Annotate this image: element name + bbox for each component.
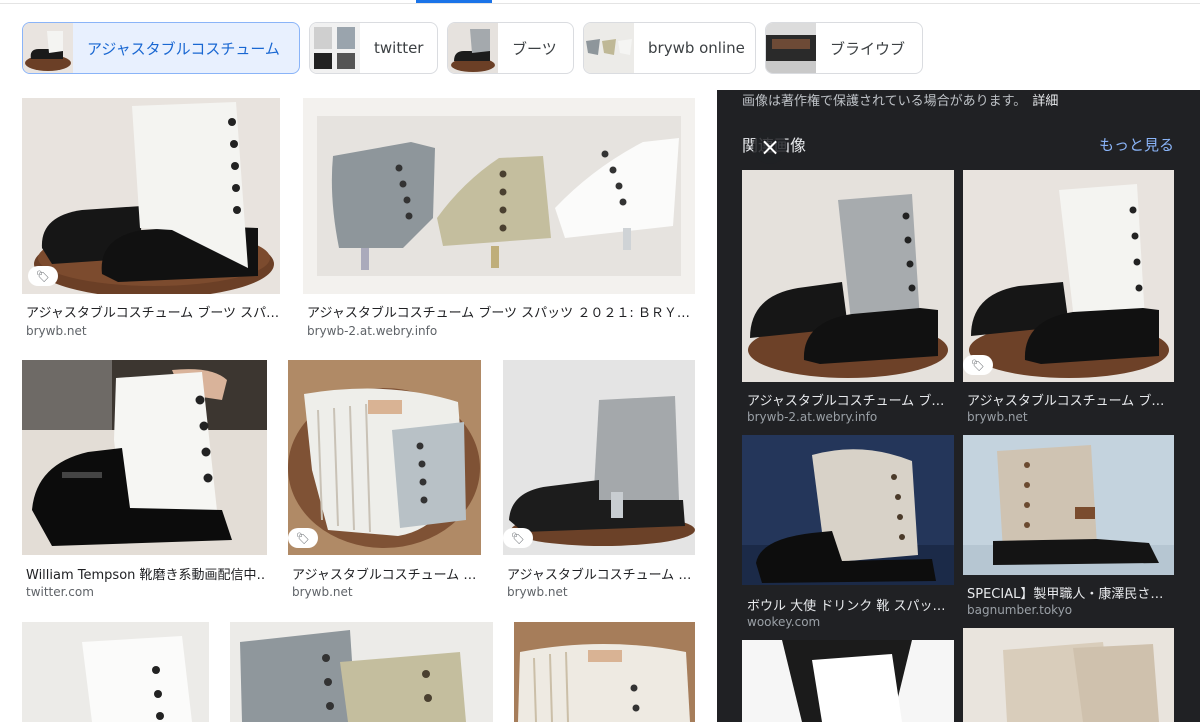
shopping-tag-icon: 🏷 <box>28 266 58 286</box>
chip-thumbnail <box>448 23 498 73</box>
shopping-tag-icon: 🏷 <box>963 355 993 375</box>
result-source: brywb.net <box>26 324 87 338</box>
details-link[interactable]: 詳細 <box>1032 94 1058 109</box>
chip-label: アジャスタブルコスチューム <box>87 39 280 58</box>
related-image-4[interactable] <box>963 435 1174 575</box>
related-caption[interactable]: ボウル 大使 ドリンク 靴 スパッ… <box>747 595 952 614</box>
result-image-3[interactable] <box>22 360 267 555</box>
result-source: brywb.net <box>292 585 353 599</box>
related-source: bagnumber.tokyo <box>967 603 1073 617</box>
result-source: brywb-2.at.webry.info <box>307 324 438 338</box>
chip-label: brywb online <box>648 39 745 57</box>
result-image-4[interactable]: 🏷 <box>288 360 481 555</box>
result-image-8[interactable] <box>514 622 695 722</box>
related-image-5[interactable] <box>742 640 954 722</box>
related-caption[interactable]: アジャスタブルコスチューム ブ… <box>967 390 1172 409</box>
see-more-link[interactable]: もっと見る <box>1099 134 1174 155</box>
chip-thumbnail <box>584 23 634 73</box>
related-image-3[interactable] <box>742 435 954 585</box>
image-side-panel: 画像は著作権で保護されている場合があります。詳細 関連画像 × もっと見る アジ… <box>717 90 1200 722</box>
related-caption[interactable]: SPECIAL】製甲職人・康澤民さ… <box>967 583 1172 602</box>
related-image-6[interactable] <box>963 628 1174 722</box>
result-caption[interactable]: アジャスタブルコスチューム ブーツ スパッツ ２０２１: ＢＲＹ… <box>307 302 691 321</box>
related-source: wookey.com <box>747 615 821 629</box>
chip-thumbnail <box>766 23 816 73</box>
related-image-2[interactable]: 🏷 <box>963 170 1174 382</box>
top-tab-bar <box>0 0 1200 4</box>
result-source: brywb.net <box>507 585 568 599</box>
close-icon[interactable]: × <box>753 130 787 164</box>
shopping-tag-icon: 🏷 <box>288 528 318 548</box>
shopping-tag-icon: 🏷 <box>503 528 533 548</box>
result-image-2[interactable] <box>303 98 695 294</box>
chip-label: ブライウブ <box>830 39 906 58</box>
chip-adjustable-costume[interactable]: アジャスタブルコスチューム <box>22 22 300 74</box>
chip-thumbnail <box>23 23 73 73</box>
result-image-7[interactable] <box>230 622 493 722</box>
chip-brywb-online[interactable]: brywb online <box>583 22 756 74</box>
copyright-text: 画像は著作権で保護されている場合があります。 <box>742 94 1027 109</box>
result-caption[interactable]: アジャスタブルコスチューム … <box>507 564 693 583</box>
result-image-5[interactable]: 🏷 <box>503 360 695 555</box>
copyright-notice: 画像は著作権で保護されている場合があります。 詳細 <box>742 90 1058 109</box>
result-source: twitter.com <box>26 585 94 599</box>
related-image-1[interactable] <box>742 170 954 382</box>
result-image-1[interactable]: 🏷 <box>22 98 280 294</box>
related-caption[interactable]: アジャスタブルコスチューム ブ… <box>747 390 952 409</box>
result-caption[interactable]: William Tempson 靴磨き系動画配信中… <box>26 564 266 583</box>
chip-label: twitter <box>374 39 424 57</box>
chip-brywb[interactable]: ブライウブ <box>765 22 923 74</box>
related-source: brywb.net <box>967 410 1028 424</box>
chip-thumbnail <box>310 23 360 73</box>
active-tab-indicator <box>416 0 492 3</box>
chip-label: ブーツ <box>512 39 557 58</box>
result-caption[interactable]: アジャスタブルコスチューム ブーツ スパ… <box>26 302 278 321</box>
result-image-6[interactable] <box>22 622 209 722</box>
refinement-chips: アジャスタブルコスチューム twitter ブーツ brywb online ブ… <box>22 22 923 74</box>
result-caption[interactable]: アジャスタブルコスチューム … <box>292 564 478 583</box>
related-source: brywb-2.at.webry.info <box>747 410 878 424</box>
chip-boots[interactable]: ブーツ <box>447 22 574 74</box>
chip-twitter[interactable]: twitter <box>309 22 438 74</box>
